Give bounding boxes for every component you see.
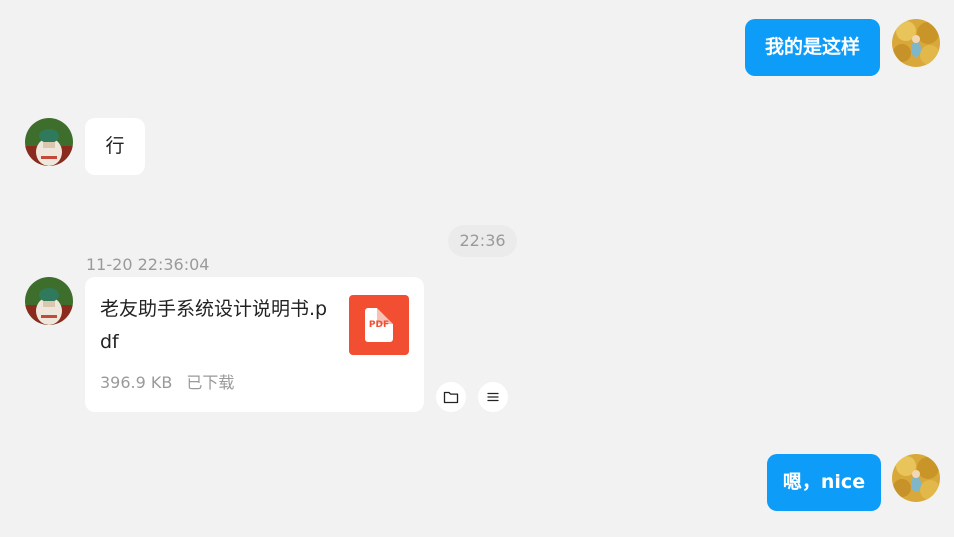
- file-name: 老友助手系统设计说明书.pdf: [100, 298, 328, 353]
- menu-lines-icon: [487, 392, 499, 402]
- file-size: 396.9 KB: [100, 373, 173, 392]
- avatar-image: [892, 19, 940, 67]
- avatar-image: [892, 454, 940, 502]
- contact-avatar[interactable]: [25, 118, 73, 166]
- message-timestamp: 11-20 22:36:04: [86, 255, 210, 274]
- my-avatar[interactable]: [892, 19, 940, 67]
- download-status: 已下载: [186, 373, 235, 392]
- folder-icon: [443, 391, 459, 404]
- more-options-button[interactable]: [478, 382, 508, 412]
- file-message-card[interactable]: 老友助手系统设计说明书.pdf PDF 396.9 KB 已下载: [85, 277, 424, 412]
- pdf-icon-label: PDF: [368, 320, 390, 330]
- pdf-file-icon: PDF: [349, 295, 409, 355]
- avatar-image: [25, 118, 73, 166]
- outgoing-message-bubble[interactable]: 我的是这样: [745, 19, 880, 76]
- my-avatar[interactable]: [892, 454, 940, 502]
- outgoing-message-bubble[interactable]: 嗯，nice: [767, 454, 881, 511]
- file-meta: 396.9 KB 已下载: [100, 372, 234, 394]
- avatar-image: [25, 277, 73, 325]
- open-folder-button[interactable]: [436, 382, 466, 412]
- contact-avatar[interactable]: [25, 277, 73, 325]
- time-divider: 22:36: [448, 225, 517, 257]
- incoming-message-bubble[interactable]: 行: [85, 118, 145, 175]
